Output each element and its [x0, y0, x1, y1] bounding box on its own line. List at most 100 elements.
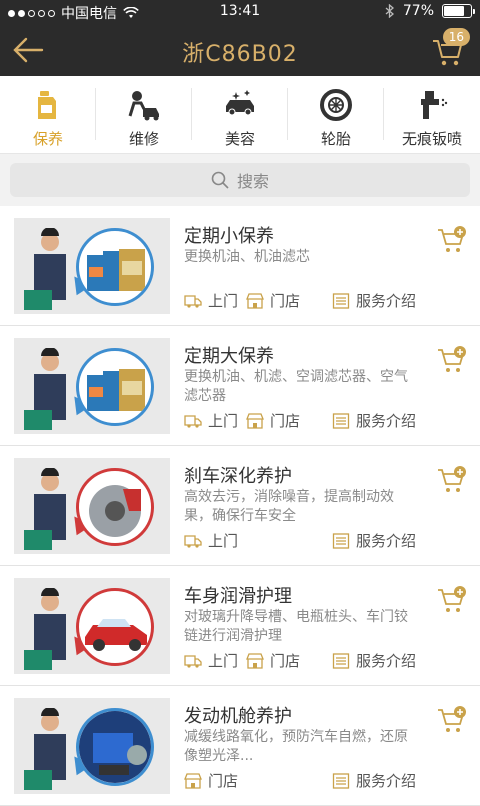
store-button[interactable]: 门店	[246, 290, 332, 311]
red-car-image	[76, 588, 154, 666]
oil-bottle-icon	[38, 91, 56, 119]
oil-bottles-image	[76, 228, 154, 306]
service-desc: 更换机油、机油滤芯	[184, 249, 310, 265]
service-list: 定期小保养 更换机油、机油滤芯 上门 门店 服务介绍 定期大保养 更换机油、机滤…	[0, 206, 480, 806]
mechanic-figure-icon	[24, 348, 66, 430]
action-label: 门店	[270, 652, 301, 670]
action-label: 服务介绍	[356, 292, 417, 310]
home-service-button[interactable]: 上门	[184, 290, 246, 311]
service-intro-button[interactable]: 服务介绍	[332, 290, 416, 311]
battery-icon	[442, 4, 475, 18]
oil-bottles-image	[76, 348, 154, 426]
service-thumbnail	[14, 578, 170, 674]
mechanic-icon	[128, 91, 159, 121]
add-to-cart-icon[interactable]	[436, 224, 468, 256]
status-right: 77%	[385, 3, 475, 19]
store-icon	[246, 292, 264, 309]
mechanic-figure-icon	[24, 228, 66, 310]
tab-label: 维修	[128, 130, 159, 148]
search-input[interactable]: 搜索	[10, 163, 470, 197]
list-item[interactable]: 刹车深化养护 高效去污，消除噪音，提高制动效果，确保行车安全 上门 服务介绍	[0, 446, 480, 566]
service-actions: 门店 服务介绍	[184, 770, 416, 791]
service-thumbnail	[14, 338, 170, 434]
action-label: 上门	[208, 292, 239, 310]
action-label: 服务介绍	[356, 772, 417, 790]
tab-repair[interactable]: 维修	[96, 76, 192, 154]
store-button[interactable]: 门店	[246, 650, 332, 671]
store-icon	[246, 412, 264, 429]
home-service-button[interactable]: 上门	[184, 530, 332, 551]
service-actions: 上门 服务介绍	[184, 530, 416, 551]
search-area: 搜索	[0, 154, 480, 206]
action-label: 服务介绍	[356, 532, 417, 550]
action-label: 上门	[208, 532, 239, 550]
document-icon	[332, 532, 350, 549]
mechanic-figure-icon	[24, 588, 66, 670]
service-title: 刹车深化养护	[184, 466, 292, 487]
search-placeholder: 搜索	[236, 172, 269, 191]
store-button[interactable]: 门店	[246, 410, 332, 431]
tab-beauty[interactable]: 美容	[192, 76, 288, 154]
category-tabs: 保养 维修 美容 轮胎 无痕钣喷	[0, 76, 480, 154]
truck-icon	[184, 654, 202, 668]
store-button[interactable]: 门店	[184, 770, 332, 791]
add-to-cart-icon[interactable]	[436, 704, 468, 736]
service-intro-button[interactable]: 服务介绍	[332, 410, 416, 431]
home-service-button[interactable]: 上门	[184, 410, 246, 431]
nav-bar: 浙C86B02 16	[0, 24, 480, 76]
service-title: 发动机舱养护	[184, 706, 292, 727]
action-label: 服务介绍	[356, 652, 417, 670]
truck-icon	[184, 414, 202, 428]
home-service-button[interactable]: 上门	[184, 650, 246, 671]
service-desc: 更换机油、机滤、空调滤芯器、空气滤芯器	[184, 369, 408, 404]
page-title: 浙C86B02	[182, 42, 298, 67]
service-intro-button[interactable]: 服务介绍	[332, 650, 416, 671]
service-desc: 减缓线路氧化，预防汽车自燃，还原像塑光泽...	[184, 729, 408, 764]
action-label: 上门	[208, 412, 239, 430]
action-label: 门店	[270, 292, 301, 310]
truck-icon	[184, 534, 202, 548]
action-label: 门店	[270, 412, 301, 430]
store-icon	[246, 652, 264, 669]
service-desc: 对玻璃升降导槽、电瓶桩头、车门铰链进行润滑护理	[184, 609, 408, 644]
service-title: 车身润滑护理	[184, 586, 292, 607]
service-thumbnail	[14, 218, 170, 314]
add-to-cart-icon[interactable]	[436, 584, 468, 616]
car-sparkle-icon	[226, 90, 254, 116]
mechanic-figure-icon	[24, 708, 66, 790]
tab-maintenance[interactable]: 保养	[0, 76, 96, 154]
action-label: 门店	[208, 772, 239, 790]
document-icon	[332, 652, 350, 669]
bluetooth-icon	[385, 4, 394, 18]
tab-tires[interactable]: 轮胎	[288, 76, 384, 154]
tire-icon	[320, 89, 352, 121]
brake-disc-image	[76, 468, 154, 546]
service-actions: 上门 门店 服务介绍	[184, 650, 416, 671]
truck-icon	[184, 294, 202, 308]
action-label: 服务介绍	[356, 412, 417, 430]
service-title: 定期小保养	[184, 226, 274, 247]
list-item[interactable]: 定期大保养 更换机油、机滤、空调滤芯器、空气滤芯器 上门 门店 服务介绍	[0, 326, 480, 446]
engine-bay-image	[76, 708, 154, 786]
store-icon	[184, 772, 202, 789]
tab-label: 无痕钣喷	[401, 130, 462, 148]
service-thumbnail	[14, 458, 170, 554]
search-icon	[211, 171, 229, 189]
list-item[interactable]: 发动机舱养护 减缓线路氧化，预防汽车自燃，还原像塑光泽... 门店 服务介绍	[0, 686, 480, 806]
list-item[interactable]: 定期小保养 更换机油、机油滤芯 上门 门店 服务介绍	[0, 206, 480, 326]
document-icon	[332, 412, 350, 429]
cart-count-badge: 16	[442, 28, 470, 46]
service-intro-button[interactable]: 服务介绍	[332, 530, 416, 551]
service-intro-button[interactable]: 服务介绍	[332, 770, 416, 791]
spray-gun-icon	[421, 91, 448, 119]
tab-label: 轮胎	[320, 130, 351, 148]
add-to-cart-icon[interactable]	[436, 464, 468, 496]
service-thumbnail	[14, 698, 170, 794]
tab-paint[interactable]: 无痕钣喷	[384, 76, 480, 154]
list-item[interactable]: 车身润滑护理 对玻璃升降导槽、电瓶桩头、车门铰链进行润滑护理 上门 门店 服务介…	[0, 566, 480, 686]
add-to-cart-icon[interactable]	[436, 344, 468, 376]
battery-percent: 77%	[402, 3, 434, 19]
service-title: 定期大保养	[184, 346, 274, 367]
cart-button[interactable]: 16	[430, 28, 470, 70]
mechanic-figure-icon	[24, 468, 66, 550]
